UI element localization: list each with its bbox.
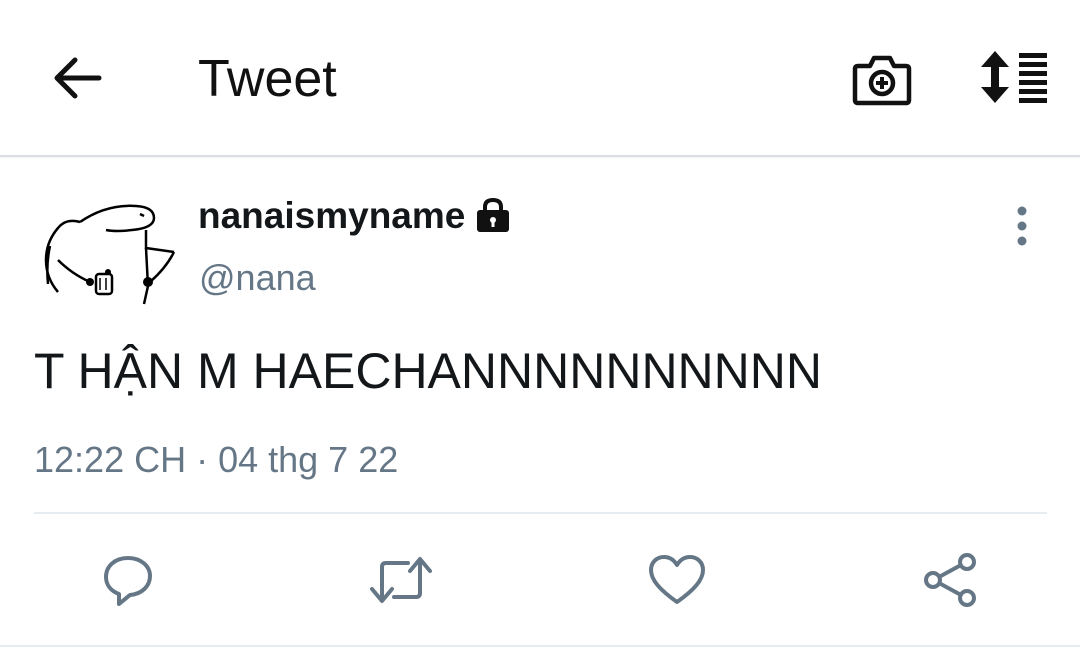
timestamp-separator: · [196, 439, 209, 480]
tweet-text: T HẬN M HAECHANNNNNNNNNN [34, 343, 822, 399]
bottom-divider [0, 645, 1080, 647]
tweet-timestamp: 12:22 CH · 04 thg 7 22 [34, 436, 398, 484]
page-title: Tweet [198, 50, 337, 108]
user-handle[interactable]: @nana [199, 255, 316, 301]
camera-add-icon [852, 55, 912, 106]
back-button[interactable] [44, 50, 110, 106]
app-header: Tweet [0, 0, 1080, 157]
avatar[interactable] [36, 194, 184, 306]
retweet-button[interactable] [369, 548, 433, 612]
reply-button[interactable] [96, 548, 160, 612]
sort-button[interactable] [974, 46, 1052, 108]
display-name[interactable]: nanaismyname [198, 192, 465, 240]
lock-icon [477, 198, 510, 232]
tweet-time: 12:22 CH [34, 439, 187, 480]
tweet-date: 04 thg 7 22 [218, 439, 399, 480]
like-button[interactable] [645, 548, 709, 612]
arrow-left-icon [54, 57, 102, 99]
share-button[interactable] [918, 548, 982, 612]
author-row: nanaismyname [198, 192, 511, 240]
divider [34, 512, 1047, 514]
more-options-button[interactable] [1000, 198, 1044, 254]
retweet-icon [370, 557, 432, 603]
sort-list-icon [981, 51, 1047, 103]
camera-button[interactable] [848, 48, 916, 110]
more-vertical-icon [1017, 206, 1027, 246]
reply-icon [104, 556, 152, 606]
share-icon [924, 553, 976, 607]
heart-icon [649, 555, 705, 604]
